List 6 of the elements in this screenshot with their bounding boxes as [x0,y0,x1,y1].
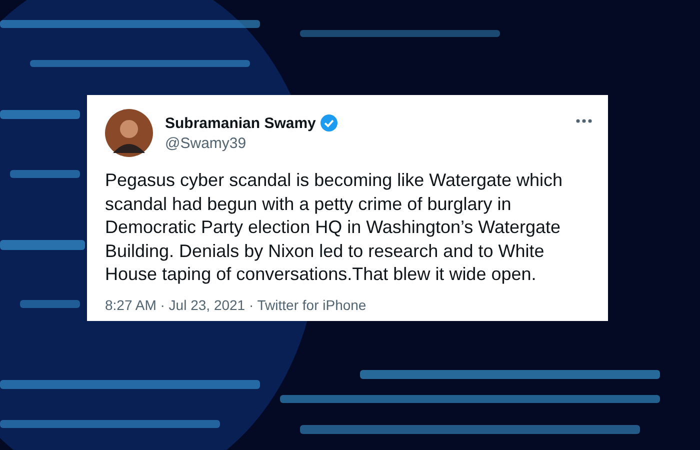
tweet-timestamp[interactable]: 8:27 AM · Jul 23, 2021 · Twitter for iPhone [105,296,592,312]
more-icon[interactable] [576,119,592,123]
author-handle[interactable]: @Swamy39 [165,135,564,152]
author-name[interactable]: Subramanian Swamy [165,114,316,132]
avatar [105,109,153,157]
tweet-text: Pegasus cyber scandal is becoming like Watergate which scandal had begun with a petty crime of burglary in Democratic Party election HQ in Washington’s Watergate Building. Denials by Nixon led to research and to White House taping of conversations.That blew it wide open. [105,169,564,286]
